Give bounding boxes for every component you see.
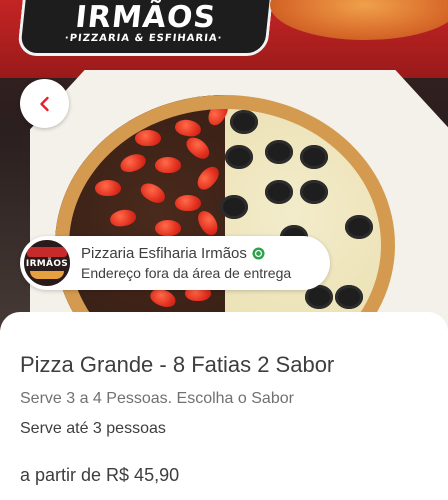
box-logo-brand: IRMÃOS bbox=[73, 0, 218, 35]
product-serves: Serve até 3 pessoas bbox=[20, 420, 166, 437]
store-name: Pizzaria Esfiharia Irmãos bbox=[81, 244, 247, 262]
box-logo-tagline: ·PIZZARIA & ESFIHARIA· bbox=[64, 33, 223, 44]
pizzeria-box-banner: IRMÃOS ·PIZZARIA & ESFIHARIA· bbox=[0, 0, 448, 78]
store-chip[interactable]: IRMÃOS Pizzaria Esfiharia Irmãos Endereç… bbox=[20, 236, 330, 290]
store-logo-text: IRMÃOS bbox=[25, 259, 69, 269]
product-price: a partir de R$ 45,90 bbox=[20, 465, 180, 485]
verified-badge-icon bbox=[252, 247, 265, 260]
store-name-row: Pizzaria Esfiharia Irmãos bbox=[81, 245, 291, 263]
store-logo: IRMÃOS bbox=[22, 238, 72, 288]
back-button[interactable] bbox=[20, 79, 69, 128]
pizza bbox=[55, 95, 395, 330]
product-title: Pizza Grande - 8 Fatias 2 Sabor bbox=[20, 352, 335, 377]
product-description: Serve 3 a 4 Pessoas. Escolha o Sabor bbox=[20, 390, 294, 407]
store-info: Pizzaria Esfiharia Irmãos Endereço fora … bbox=[81, 245, 291, 282]
box-logo: IRMÃOS ·PIZZARIA & ESFIHARIA· bbox=[16, 0, 274, 56]
box-pizza-graphic bbox=[270, 0, 448, 40]
product-details-sheet: Pizza Grande - 8 Fatias 2 Sabor Serve 3 … bbox=[0, 312, 448, 500]
delivery-status: Endereço fora da área de entrega bbox=[81, 264, 292, 281]
chevron-left-icon bbox=[39, 96, 49, 111]
